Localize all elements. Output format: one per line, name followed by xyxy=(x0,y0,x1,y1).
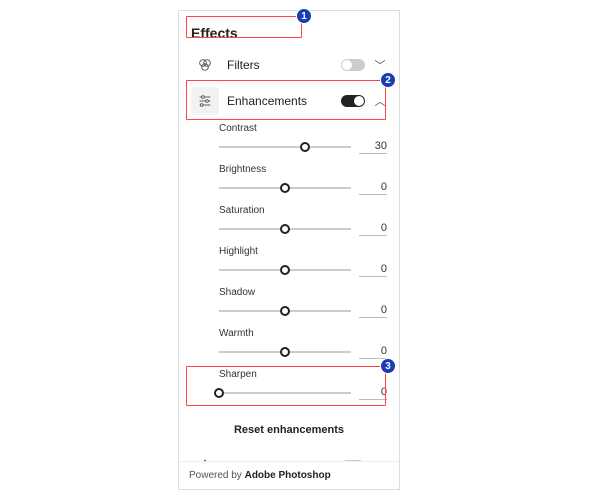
slider-label: Contrast xyxy=(219,123,387,134)
slider-value[interactable]: 0 xyxy=(359,304,387,318)
slider-thumb[interactable] xyxy=(300,142,310,152)
effects-panel: Effects Filters ﹀ Enhancements ︿ xyxy=(178,10,400,490)
footer-brand: Adobe Photoshop xyxy=(245,470,331,481)
slider-value[interactable]: 0 xyxy=(359,181,387,195)
enhancements-collapse-icon[interactable]: ︿ xyxy=(373,93,387,109)
slider-track[interactable] xyxy=(219,387,351,399)
slider-thumb[interactable] xyxy=(280,183,290,193)
slider-sharpen: Sharpen 0 xyxy=(219,369,387,400)
sliders-icon xyxy=(191,87,219,115)
blur-row[interactable]: Blur ﹀ xyxy=(191,448,387,461)
slider-track[interactable] xyxy=(219,264,351,276)
slider-value[interactable]: 0 xyxy=(359,263,387,277)
slider-track[interactable] xyxy=(219,346,351,358)
enhancements-toggle[interactable] xyxy=(341,95,365,107)
slider-contrast: Contrast 30 xyxy=(219,123,387,154)
slider-label: Sharpen xyxy=(219,369,387,380)
blur-toggle[interactable] xyxy=(341,460,365,461)
footer-prefix: Powered by xyxy=(189,470,245,481)
slider-label: Warmth xyxy=(219,328,387,339)
panel-title: Effects xyxy=(191,19,387,47)
slider-thumb[interactable] xyxy=(280,306,290,316)
blur-label: Blur xyxy=(227,459,333,461)
filters-toggle[interactable] xyxy=(341,59,365,71)
slider-value[interactable]: 0 xyxy=(359,386,387,400)
filters-label: Filters xyxy=(227,58,333,72)
slider-label: Saturation xyxy=(219,205,387,216)
slider-track[interactable] xyxy=(219,141,351,153)
slider-label: Brightness xyxy=(219,164,387,175)
filters-row[interactable]: Filters ﹀ xyxy=(191,47,387,83)
slider-track[interactable] xyxy=(219,305,351,317)
reset-enhancements-button[interactable]: Reset enhancements xyxy=(191,414,387,448)
slider-thumb[interactable] xyxy=(214,388,224,398)
panel-footer: Powered by Adobe Photoshop xyxy=(179,461,399,489)
panel-scroll-area[interactable]: Effects Filters ﹀ Enhancements ︿ xyxy=(179,11,399,461)
slider-thumb[interactable] xyxy=(280,265,290,275)
enhancements-row[interactable]: Enhancements ︿ xyxy=(191,83,387,119)
blur-expand-icon[interactable]: ﹀ xyxy=(373,458,387,461)
callout-badge-3: 3 xyxy=(380,358,396,374)
blur-icon xyxy=(191,452,219,461)
slider-thumb[interactable] xyxy=(280,347,290,357)
slider-value[interactable]: 0 xyxy=(359,222,387,236)
slider-track[interactable] xyxy=(219,223,351,235)
slider-saturation: Saturation 0 xyxy=(219,205,387,236)
slider-value[interactable]: 30 xyxy=(359,140,387,154)
slider-track[interactable] xyxy=(219,182,351,194)
callout-badge-2: 2 xyxy=(380,72,396,88)
callout-badge-1: 1 xyxy=(296,8,312,24)
slider-shadow: Shadow 0 xyxy=(219,287,387,318)
enhancements-label: Enhancements xyxy=(227,94,333,108)
slider-label: Shadow xyxy=(219,287,387,298)
slider-label: Highlight xyxy=(219,246,387,257)
filters-expand-icon[interactable]: ﹀ xyxy=(373,57,387,73)
slider-warmth: Warmth 0 xyxy=(219,328,387,359)
slider-thumb[interactable] xyxy=(280,224,290,234)
slider-value[interactable]: 0 xyxy=(359,345,387,359)
filters-icon xyxy=(191,51,219,79)
slider-brightness: Brightness 0 xyxy=(219,164,387,195)
enhancement-sliders: Contrast30Brightness0Saturation0Highligh… xyxy=(191,119,387,414)
slider-highlight: Highlight 0 xyxy=(219,246,387,277)
